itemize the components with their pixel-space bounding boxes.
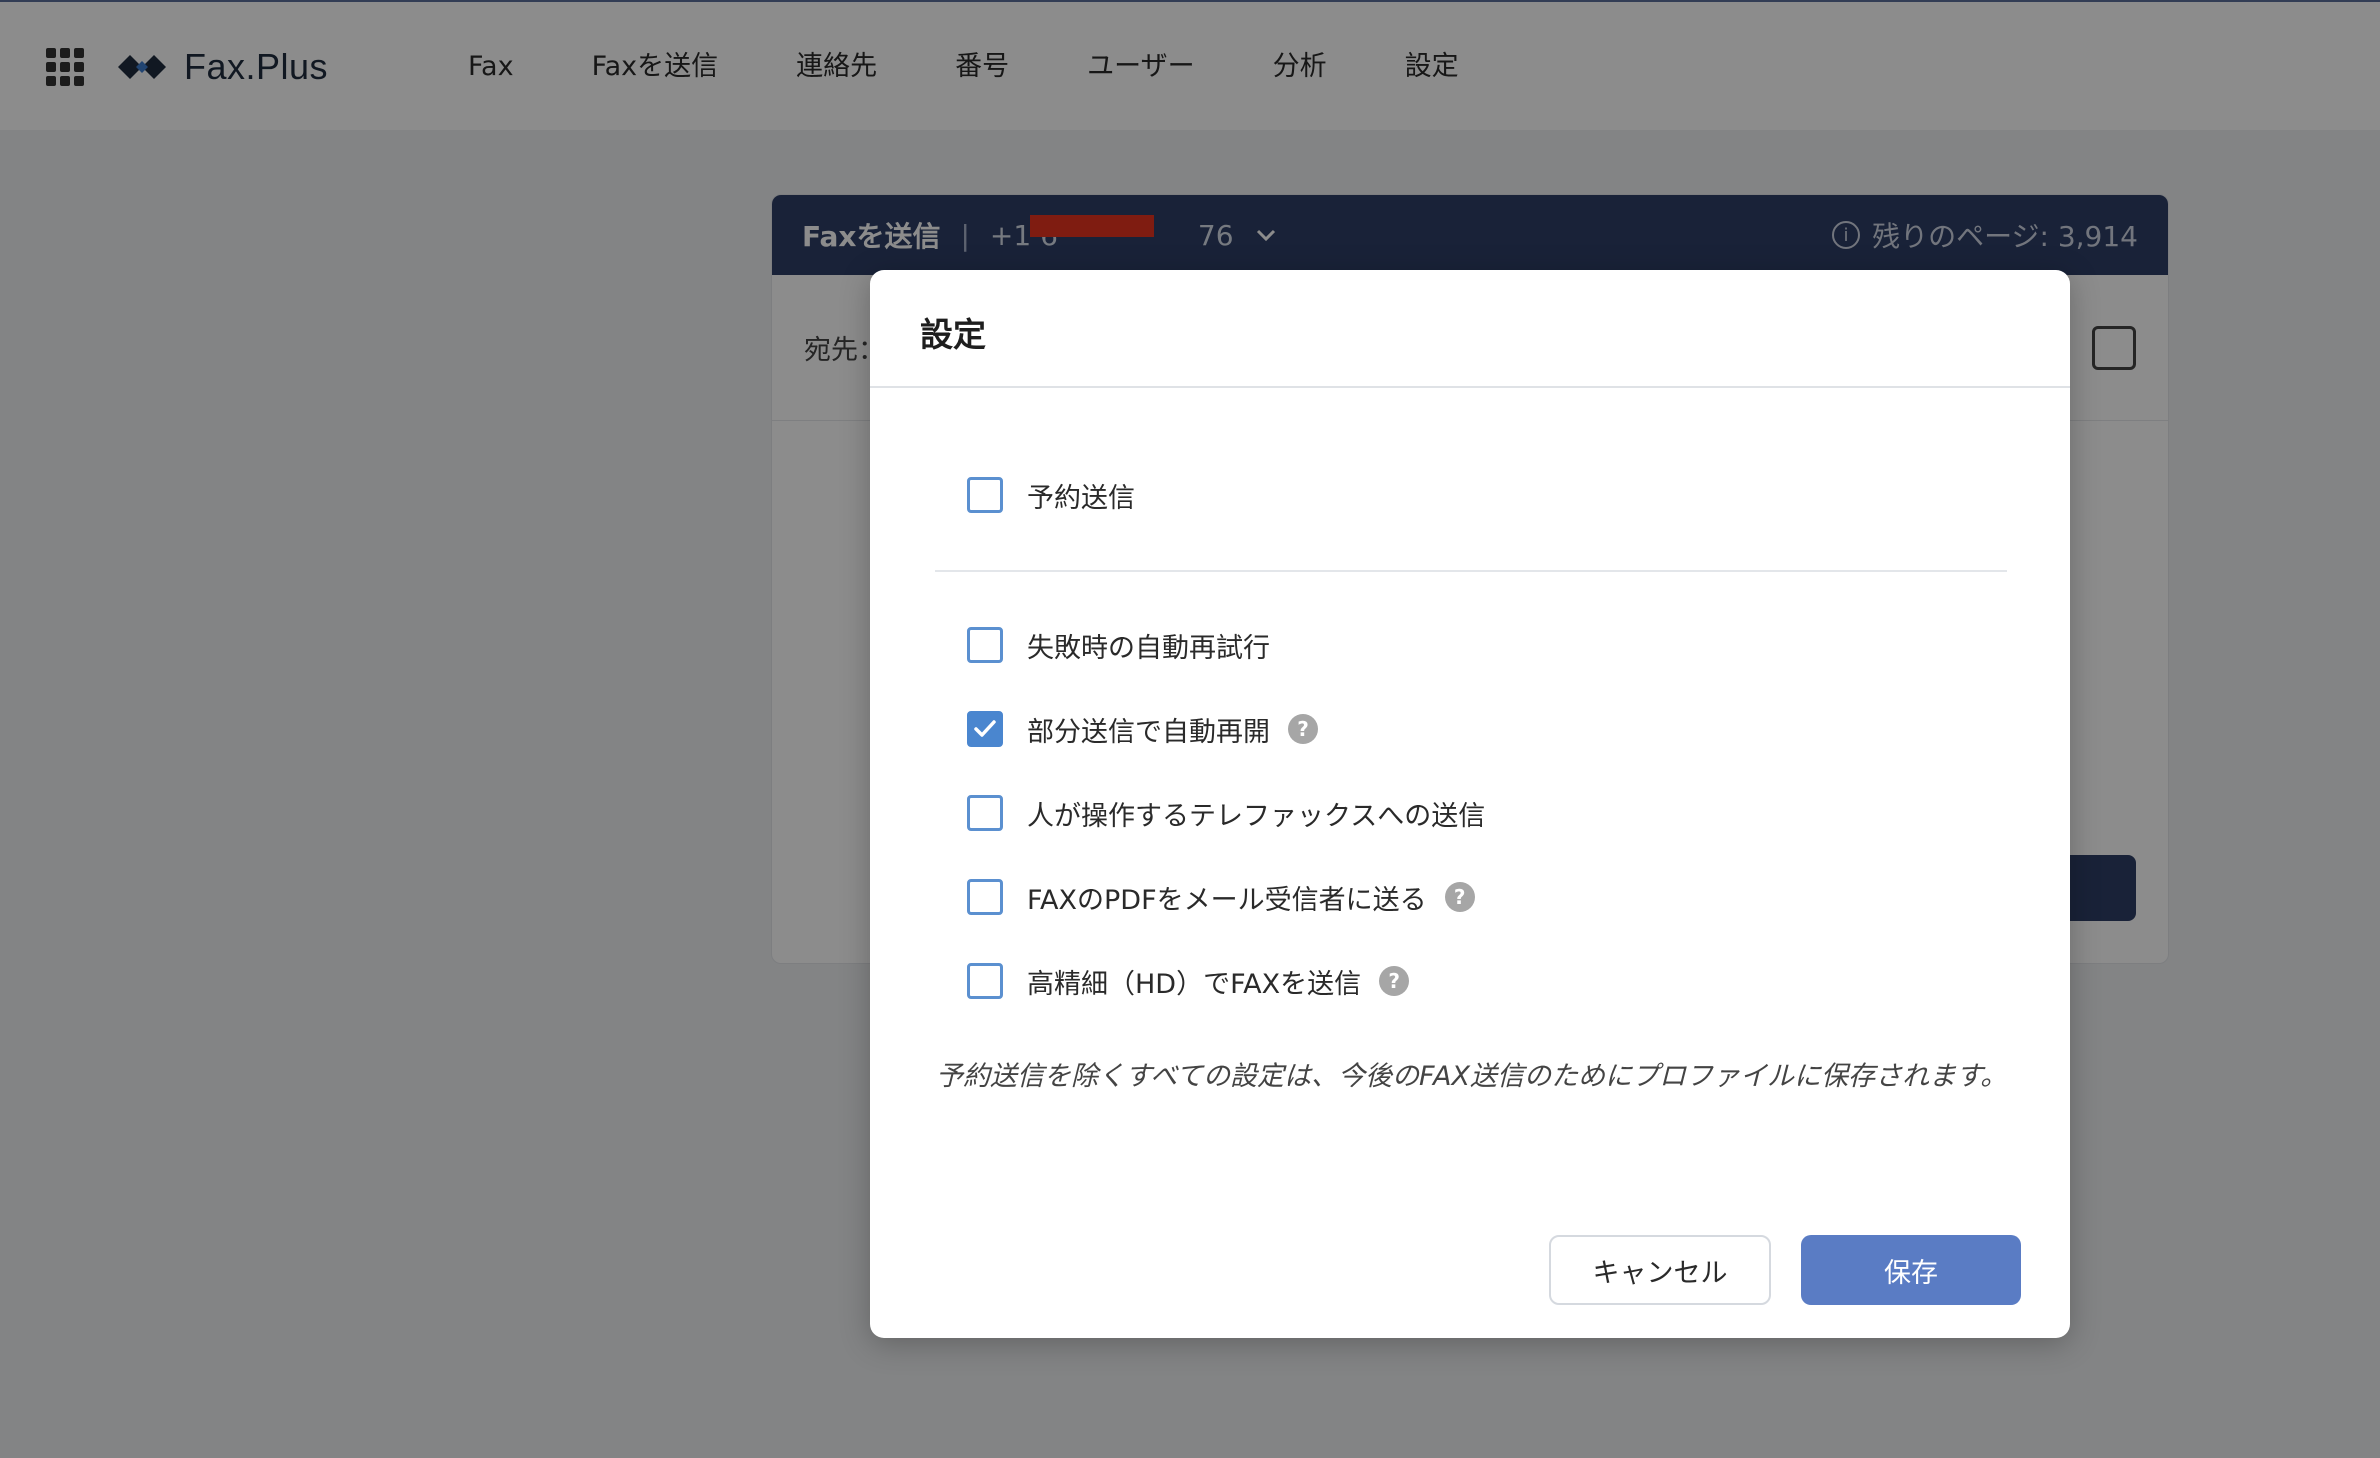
option-label: FAXのPDFをメール受信者に送る [1027,884,1427,916]
option-label: 予約送信 [1027,482,1135,514]
help-icon[interactable]: ? [1444,882,1475,912]
cancel-button[interactable]: キャンセル [1549,1235,1771,1305]
settings-note: 予約送信を除くすべての設定は、今後のFAX送信のためにプロファイルに保存されます… [936,1061,2008,1092]
checkbox[interactable] [967,795,1003,831]
option-partial-resume[interactable]: 部分送信で自動再開 ? [967,709,1318,749]
option-human-telefax[interactable]: 人が操作するテレファックスへの送信 [967,793,1485,833]
save-button[interactable]: 保存 [1801,1235,2021,1305]
option-label: 人が操作するテレファックスへの送信 [1027,800,1486,832]
option-pdf-to-email[interactable]: FAXのPDFをメール受信者に送る ? [967,877,1475,917]
dialog-header: 設定 [870,270,2070,388]
option-scheduled-send[interactable]: 予約送信 [967,475,1135,515]
checkbox[interactable] [967,477,1003,513]
help-icon[interactable]: ? [1288,714,1318,744]
option-label: 失敗時の自動再試行 [1027,632,1270,664]
section-divider [935,570,2007,572]
option-label: 部分送信で自動再開 [1027,716,1270,748]
option-label: 高精細（HD）でFAXを送信 [1027,968,1362,1000]
checkbox[interactable] [967,627,1003,663]
checkmark-icon [974,720,996,737]
option-auto-retry[interactable]: 失敗時の自動再試行 [967,625,1270,665]
checkbox[interactable] [967,879,1003,915]
option-hd-fax[interactable]: 高精細（HD）でFAXを送信 ? [967,961,1410,1001]
help-icon[interactable]: ? [1379,966,1410,996]
checkbox-checked[interactable] [967,711,1003,747]
settings-dialog: 設定 予約送信 失敗時の自動再試行 部分送信で自動再開 ? 人が操作するテレファ… [870,270,2070,1338]
checkbox[interactable] [967,963,1003,999]
dialog-title: 設定 [920,315,986,354]
